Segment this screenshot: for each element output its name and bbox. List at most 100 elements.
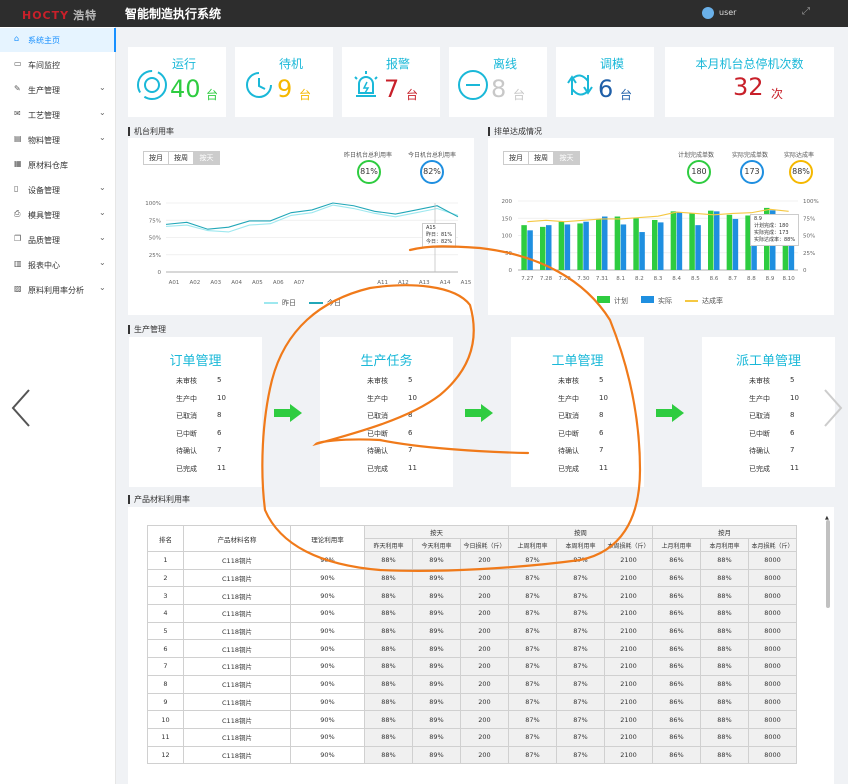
plan-bar[interactable] <box>689 213 695 270</box>
sidebar-item-4[interactable]: ▤ 物料管理 ⌄ <box>0 128 116 152</box>
table-row[interactable]: 8 C118铜片 90% 88% 89% 200 87% 87% 2100 86% 88% 8000 <box>147 674 797 694</box>
sub-header: 本月利用率 <box>700 538 749 552</box>
stat-unit: 台 <box>513 88 526 102</box>
table-row[interactable]: 9 C118铜片 90% 88% 89% 200 87% 87% 2100 86% 88% 8000 <box>147 692 797 712</box>
y-tick-label: 25% <box>149 253 161 259</box>
plan-bar[interactable] <box>708 210 714 270</box>
sub-header: 今天利用率 <box>412 538 461 552</box>
table-row[interactable]: 10 C118铜片 90% 88% 89% 200 87% 87% 2100 86% 88% 8000 <box>147 710 797 729</box>
table-cell: 87% <box>556 727 605 747</box>
stat-value: 7 <box>384 75 400 103</box>
stat-card-3[interactable]: 离线 8 台 <box>449 47 547 117</box>
stat-card-4[interactable]: 调模 6 台 <box>556 47 654 117</box>
series-line-0[interactable] <box>165 204 459 233</box>
chevron-down-icon: ⌄ <box>99 83 106 92</box>
flow-row-value: 8 <box>217 411 222 420</box>
table-cell: 86% <box>652 551 701 570</box>
flow-row-value: 10 <box>408 393 417 402</box>
plan-bar[interactable] <box>577 223 583 270</box>
legend-plan[interactable]: 计划 <box>614 296 628 306</box>
flow-card-0[interactable]: 订单管理 未审核 5 生产中 10 已取消 8 已中断 6 待确认 7 已完成 11 <box>129 337 262 487</box>
legend-yesterday[interactable]: 昨日 <box>282 298 296 308</box>
table-cell: 87% <box>556 586 605 606</box>
company-logo[interactable]: HOCTY 浩特 <box>22 7 97 23</box>
table-cell: 87% <box>556 674 605 694</box>
plan-bar[interactable] <box>540 226 546 270</box>
plan-bar[interactable] <box>670 211 677 270</box>
plan-bar[interactable] <box>521 225 527 270</box>
user-name[interactable]: user <box>719 8 736 17</box>
sidebar-item-10[interactable]: ▨ 原料利用率分析 ⌄ <box>0 278 116 302</box>
actual-bar[interactable] <box>658 222 664 270</box>
fullscreen-icon[interactable]: ⤢ <box>802 6 810 17</box>
flow-row: 已中断 6 <box>749 429 794 439</box>
actual-bar[interactable] <box>695 225 701 270</box>
legend-actual[interactable]: 实际 <box>658 296 672 306</box>
table-row[interactable]: 2 C118铜片 90% 88% 89% 200 87% 87% 2100 86% 88% 8000 <box>147 568 797 588</box>
plan-bar[interactable] <box>652 219 658 270</box>
sidebar-item-label: 设备管理 <box>28 186 60 195</box>
table-cell: 8000 <box>748 639 797 659</box>
flow-row-label: 生产中 <box>367 394 388 403</box>
legend-rate[interactable]: 达成率 <box>702 296 723 306</box>
actual-bar[interactable] <box>602 216 608 270</box>
sidebar-item-3[interactable]: ✉ 工艺管理 ⌄ <box>0 103 116 127</box>
sidebar-item-6[interactable]: ▯ 设备管理 ⌄ <box>0 178 116 202</box>
actual-bar[interactable] <box>639 232 645 270</box>
actual-bar[interactable] <box>546 225 552 270</box>
actual-bar[interactable] <box>527 230 533 270</box>
table-cell: 86% <box>652 674 701 694</box>
flow-row-label: 未审核 <box>558 377 579 385</box>
stat-label: 待机 <box>279 57 304 71</box>
sub-header: 上月利用率 <box>652 538 701 552</box>
stat-card-2[interactable]: 报警 7 台 <box>342 47 440 117</box>
flow-row: 已中断 6 <box>367 429 412 439</box>
sidebar-item-2[interactable]: ✎ 生产管理 ⌄ <box>0 78 116 102</box>
plan-bar[interactable] <box>633 218 639 270</box>
actual-bar[interactable] <box>676 212 683 270</box>
sidebar-item-5[interactable]: ▦ 原材料仓库 <box>0 153 116 177</box>
table-cell: 9 <box>147 692 184 712</box>
sidebar-item-8[interactable]: ❐ 品质管理 ⌄ <box>0 228 116 252</box>
plan-bar[interactable] <box>558 221 565 270</box>
x-tick-label: 8.3 <box>654 276 663 282</box>
sidebar-item-7[interactable]: ⎙ 模具管理 ⌄ <box>0 203 116 227</box>
flow-card-3[interactable]: 派工单管理 未审核 5 生产中 10 已取消 8 已中断 6 待确认 7 已完成 11 <box>702 337 835 487</box>
flow-row-value: 7 <box>599 446 604 455</box>
table-row[interactable]: 3 C118铜片 90% 88% 89% 200 87% 87% 2100 86% 88% 8000 <box>147 586 797 606</box>
carousel-next-arrow[interactable] <box>822 388 844 437</box>
flow-card-2[interactable]: 工单管理 未审核 5 生产中 10 已取消 8 已中断 6 待确认 7 已完成 11 <box>511 337 644 487</box>
table-cell: 3 <box>147 586 184 606</box>
flow-card-1[interactable]: 生产任务 未审核 5 生产中 10 已取消 8 已中断 6 待确认 7 已完成 11 <box>320 337 453 487</box>
plan-bar[interactable] <box>614 216 621 270</box>
table-row[interactable]: 6 C118铜片 90% 88% 89% 200 87% 87% 2100 86% 88% 8000 <box>147 639 797 659</box>
actual-bar[interactable] <box>714 211 720 270</box>
actual-bar[interactable] <box>732 218 739 270</box>
plan-bar[interactable] <box>596 218 602 270</box>
sidebar-item-0[interactable]: ⌂ 系统主页 <box>0 28 116 52</box>
table-row[interactable]: 12 C118铜片 90% 88% 89% 200 87% 87% 2100 86% 88% 8000 <box>147 745 797 765</box>
actual-bar[interactable] <box>620 224 627 270</box>
table-row[interactable]: 4 C118铜片 90% 88% 89% 200 87% 87% 2100 86% 88% 8000 <box>147 604 797 623</box>
legend-swatch-plan <box>597 296 610 303</box>
sidebar-item-1[interactable]: ▭ 车间监控 <box>0 53 116 77</box>
chevron-down-icon: ⌄ <box>99 283 106 292</box>
stat-card-1[interactable]: 待机 9 台 <box>235 47 333 117</box>
carousel-prev-arrow[interactable] <box>10 388 32 437</box>
plan-bar[interactable] <box>726 214 733 270</box>
table-row[interactable]: 5 C118铜片 90% 88% 89% 200 87% 87% 2100 86% 88% 8000 <box>147 621 797 641</box>
table-cell: 88% <box>364 745 413 765</box>
actual-bar[interactable] <box>583 221 589 270</box>
table-scroll-thumb[interactable] <box>826 520 830 608</box>
table-cell: C118铜片 <box>183 657 291 676</box>
table-row[interactable]: 7 C118铜片 90% 88% 89% 200 87% 87% 2100 86% 88% 8000 <box>147 657 797 676</box>
user-avatar-icon[interactable] <box>702 7 714 19</box>
series-line-1[interactable] <box>165 202 459 230</box>
table-row[interactable]: 11 C118铜片 90% 88% 89% 200 87% 87% 2100 86% 88% 8000 <box>147 727 797 747</box>
sidebar-item-9[interactable]: ▥ 报表中心 ⌄ <box>0 253 116 277</box>
table-row[interactable]: 1 C118铜片 90% 88% 89% 200 87% 87% 2100 86% 88% 8000 <box>147 551 797 570</box>
actual-bar[interactable] <box>564 224 571 270</box>
legend-today[interactable]: 今日 <box>327 298 341 308</box>
stat-card-0[interactable]: 运行 40 台 <box>128 47 226 117</box>
table-cell: 88% <box>364 551 413 570</box>
